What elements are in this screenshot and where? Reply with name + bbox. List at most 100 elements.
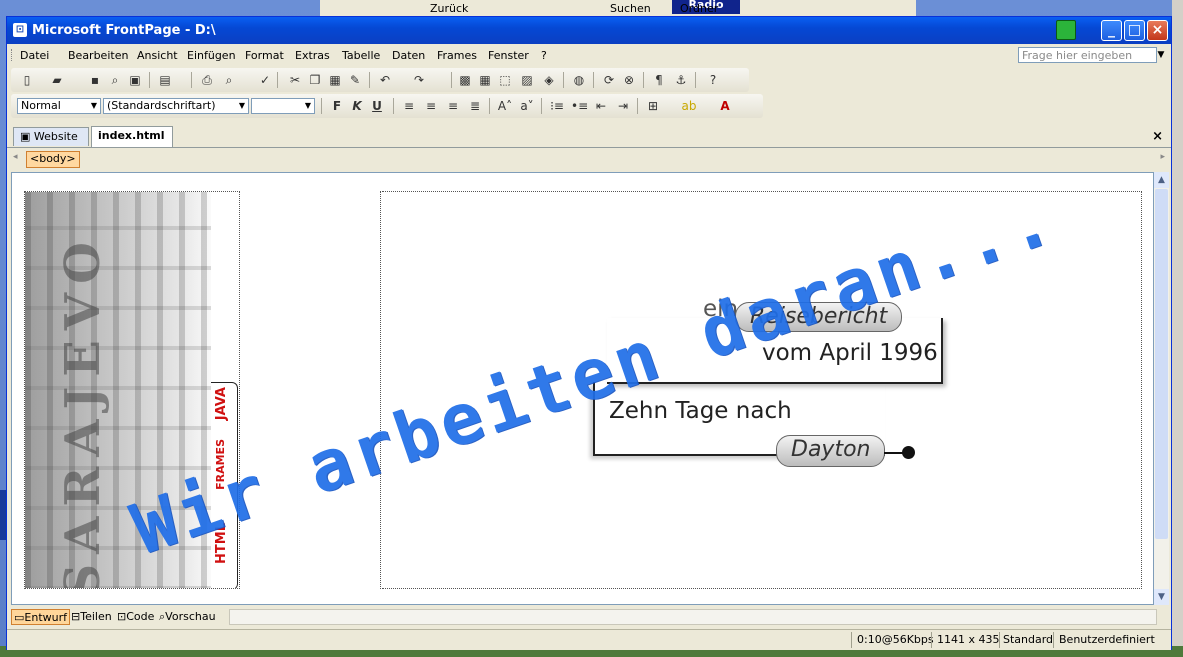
view-design-button[interactable]: ▭Entwurf — [11, 609, 71, 625]
open-icon[interactable]: ▰ — [49, 73, 65, 87]
insert-picture-icon[interactable]: ▨ — [519, 73, 535, 87]
underline-button[interactable]: U — [369, 99, 385, 113]
frontpage-icon[interactable]: ⊡ — [13, 23, 27, 37]
scroll-up-icon[interactable]: ▲ — [1154, 172, 1169, 188]
align-center-icon[interactable]: ≡ — [423, 99, 439, 113]
undo-icon[interactable]: ↶ — [377, 73, 393, 87]
hyperlink-icon[interactable]: ◍ — [571, 73, 587, 87]
paste-icon[interactable]: ▦ — [327, 73, 343, 87]
new-icon[interactable]: ▯ — [19, 73, 35, 87]
horizontal-scrollbar[interactable] — [229, 609, 1157, 625]
bullet-list-icon[interactable]: •≡ — [571, 99, 588, 113]
close-document-icon[interactable]: × — [1152, 129, 1163, 144]
separator — [541, 98, 542, 114]
italic-button[interactable]: K — [349, 99, 365, 113]
grow-font-icon[interactable]: A˄ — [497, 99, 513, 113]
style-select[interactable]: Normal ▼ — [17, 98, 101, 114]
green-tray-icon[interactable] — [1056, 20, 1076, 40]
view-switcher-bar: ▭Entwurf ⊟Teilen ⊡Code ⌕Vorschau — [7, 607, 1171, 627]
menu-help[interactable]: ? — [541, 49, 547, 62]
scroll-thumb[interactable] — [1155, 189, 1168, 539]
insert-table-icon[interactable]: ▦ — [477, 73, 493, 87]
preview-icon[interactable]: ⌕ — [221, 73, 237, 87]
justify-icon[interactable]: ≣ — [467, 99, 483, 113]
borders-icon[interactable]: ⊞ — [645, 99, 661, 113]
design-canvas[interactable]: SARAJEVO JAVA FRAMES HTML ein Reiseberic… — [11, 172, 1154, 605]
view-code-button[interactable]: ⊡Code — [115, 609, 156, 625]
separator — [695, 72, 696, 88]
maximize-button[interactable]: □ — [1124, 20, 1145, 41]
scroll-down-icon[interactable]: ▼ — [1154, 589, 1169, 605]
page-dimensions: 1141 x 435 — [937, 633, 1000, 646]
sarajevo-photo-lettering: SARAJEVO — [55, 232, 111, 589]
size-select[interactable]: ▼ — [251, 98, 315, 114]
split-view-icon: ⊟ — [71, 610, 81, 623]
drawing-icon[interactable]: ◈ — [541, 73, 557, 87]
insert-layer-icon[interactable]: ⬚ — [497, 73, 513, 87]
back-button[interactable]: Zurück — [430, 0, 468, 16]
vertical-scrollbar[interactable]: ▲ ▼ — [1154, 172, 1169, 605]
decrease-indent-icon[interactable]: ⇤ — [593, 99, 609, 113]
tab-website[interactable]: ▣ Website — [13, 127, 89, 146]
copy-icon[interactable]: ❐ — [307, 73, 323, 87]
web-component-icon[interactable]: ▩ — [457, 73, 473, 87]
view-preview-button[interactable]: ⌕Vorschau — [157, 609, 218, 625]
standard-toolbar: ▯ ▰ ▪ ⌕ ▣ ▤ ⎙ ⌕ ✓ ✂ ❐ ▦ ✎ ↶ ↷ ▩ ▦ ⬚ ▨ ◈ … — [11, 68, 749, 92]
search-button[interactable]: Suchen — [610, 0, 651, 16]
menu-frames[interactable]: Frames — [437, 49, 477, 62]
dayton-pill: Dayton — [776, 435, 886, 467]
tag-scroll-right-icon[interactable]: ▸ — [1160, 152, 1165, 162]
title-bar[interactable]: ⊡ Microsoft FrontPage - D:\ _ □ × — [7, 17, 1171, 44]
save-icon[interactable]: ▪ — [87, 73, 103, 87]
spelling-icon[interactable]: ✓ — [257, 73, 273, 87]
help-question-input[interactable]: Frage hier eingeben — [1018, 47, 1157, 63]
bold-button[interactable]: F — [329, 99, 345, 113]
separator — [593, 72, 594, 88]
redo-icon[interactable]: ↷ — [411, 73, 427, 87]
nav-tab-java[interactable]: JAVA — [214, 387, 229, 420]
toggle-pane-icon[interactable]: ▤ — [157, 73, 173, 87]
close-button[interactable]: × — [1147, 20, 1168, 41]
tag-scroll-left-icon[interactable]: ◂ — [13, 152, 18, 162]
font-select[interactable]: (Standardschriftart) ▼ — [103, 98, 249, 114]
align-left-icon[interactable]: ≡ — [401, 99, 417, 113]
separator — [321, 98, 322, 114]
code-view-icon: ⊡ — [117, 610, 127, 623]
formatting-toolbar: Normal ▼ (Standardschriftart) ▼ ▼ F K U … — [11, 94, 763, 118]
menu-einfuegen[interactable]: Einfügen — [187, 49, 236, 62]
help-dropdown-arrow[interactable]: ▼ — [1155, 47, 1167, 63]
bookmark-icon[interactable]: ⚓ — [673, 73, 689, 87]
menu-ansicht[interactable]: Ansicht — [137, 49, 178, 62]
search-icon[interactable]: ⌕ — [107, 73, 123, 87]
format-painter-icon[interactable]: ✎ — [347, 73, 363, 87]
separator — [149, 72, 150, 88]
stop-icon[interactable]: ⊗ — [621, 73, 637, 87]
menu-bearbeiten[interactable]: Bearbeiten — [68, 49, 128, 62]
increase-indent-icon[interactable]: ⇥ — [615, 99, 631, 113]
align-right-icon[interactable]: ≡ — [445, 99, 461, 113]
menu-bar: Datei Bearbeiten Ansicht Einfügen Format… — [7, 44, 1171, 66]
font-color-icon[interactable]: A — [717, 99, 733, 113]
view-split-button[interactable]: ⊟Teilen — [69, 609, 114, 625]
menu-datei[interactable]: Datei — [20, 49, 49, 62]
body-tag[interactable]: <body> — [26, 151, 80, 168]
menu-fenster[interactable]: Fenster — [488, 49, 529, 62]
cut-icon[interactable]: ✂ — [287, 73, 303, 87]
numbered-list-icon[interactable]: ⁝≡ — [549, 99, 565, 113]
highlight-icon[interactable]: ab — [681, 99, 697, 113]
help-icon[interactable]: ? — [705, 73, 721, 87]
menu-tabelle[interactable]: Tabelle — [342, 49, 380, 62]
connector-dot — [902, 446, 915, 459]
minimize-button[interactable]: _ — [1101, 20, 1122, 41]
menu-format[interactable]: Format — [245, 49, 284, 62]
folders-button[interactable]: Ordner — [680, 0, 718, 16]
publish-icon[interactable]: ▣ — [127, 73, 143, 87]
print-icon[interactable]: ⎙ — [199, 73, 215, 87]
menu-daten[interactable]: Daten — [392, 49, 425, 62]
tab-index-html[interactable]: index.html — [91, 126, 173, 147]
refresh-icon[interactable]: ⟳ — [601, 73, 617, 87]
show-all-icon[interactable]: ¶ — [651, 73, 667, 87]
menu-extras[interactable]: Extras — [295, 49, 330, 62]
shrink-font-icon[interactable]: a˅ — [519, 99, 535, 113]
background-window-edge — [1172, 0, 1183, 657]
